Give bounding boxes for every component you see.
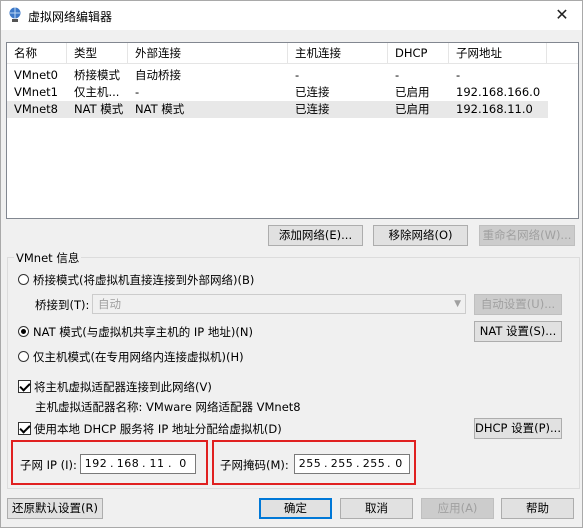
table-row[interactable]: VMnet1 仅主机... - 已连接 已启用 192.168.166.0	[7, 84, 578, 101]
nat-settings-button[interactable]: NAT 设置(S)...	[474, 321, 562, 342]
host-only-label[interactable]: 仅主机模式(在专用网络内连接虚拟机)(H)	[33, 349, 244, 365]
restore-defaults-button[interactable]: 还原默认设置(R)	[7, 498, 103, 519]
window-title: 虚拟网络编辑器	[28, 10, 113, 24]
ip-octet: 0	[179, 457, 187, 470]
table-row[interactable]: VMnet0 桥接模式 自动桥接 - - -	[7, 67, 578, 84]
column-header-dhcp[interactable]: DHCP	[388, 43, 449, 63]
cell-type: 桥接模式	[74, 68, 120, 82]
cell-dhcp: 已启用	[395, 102, 430, 116]
ok-button[interactable]: 确定	[259, 498, 332, 519]
bridge-to-select[interactable]: 自动 ▼	[92, 294, 466, 314]
nat-mode-radio[interactable]	[18, 326, 29, 337]
cell-name: VMnet0	[14, 68, 58, 82]
bridge-to-label: 桥接到(T):	[35, 298, 90, 312]
bridge-mode-radio[interactable]	[18, 274, 29, 285]
close-icon[interactable]: ✕	[546, 3, 578, 27]
cell-name: VMnet1	[14, 85, 58, 99]
subnet-ip-label: 子网 IP (I):	[20, 458, 77, 472]
ip-octet: 11	[149, 457, 165, 470]
table-row-selected[interactable]: VMnet8 NAT 模式 NAT 模式 已连接 已启用 192.168.11.…	[7, 101, 548, 118]
column-header-type[interactable]: 类型	[67, 43, 128, 63]
mask-octet: 255	[362, 457, 386, 470]
column-header-name[interactable]: 名称	[7, 43, 67, 63]
title-bar: 虚拟网络编辑器 ✕	[0, 0, 583, 30]
cell-host: -	[295, 68, 300, 82]
auto-settings-button[interactable]: 自动设置(U)...	[474, 294, 562, 315]
apply-button[interactable]: 应用(A)	[421, 498, 494, 519]
vmnet-info-label: VMnet 信息	[14, 250, 82, 266]
bridge-mode-label[interactable]: 桥接模式(将虚拟机直接连接到外部网络)(B)	[33, 272, 254, 288]
cell-host: 已连接	[295, 102, 330, 116]
column-header-subnet[interactable]: 子网地址	[449, 43, 547, 63]
connect-adapter-checkbox[interactable]	[18, 380, 31, 393]
use-dhcp-label[interactable]: 使用本地 DHCP 服务将 IP 地址分配给虚拟机(D)	[34, 421, 282, 437]
add-network-button[interactable]: 添加网络(E)...	[268, 225, 363, 246]
ip-octet: 168	[116, 457, 140, 470]
mask-octet: 0	[395, 457, 403, 470]
adapter-name-text: 主机虚拟适配器名称: VMware 网络适配器 VMnet8	[35, 400, 301, 414]
cell-external: 自动桥接	[135, 68, 181, 82]
subnet-mask-label: 子网掩码(M):	[220, 458, 289, 472]
cell-dhcp: 已启用	[395, 85, 430, 99]
use-dhcp-checkbox[interactable]	[18, 422, 31, 435]
mask-octet: 255	[330, 457, 354, 470]
list-header: 名称 类型 外部连接 主机连接 DHCP 子网地址	[7, 43, 578, 64]
cell-subnet: 192.168.11.0	[456, 102, 533, 116]
cell-host: 已连接	[295, 85, 330, 99]
subnet-mask-input[interactable]: 255 . 255 . 255 . 0	[294, 454, 410, 474]
cell-subnet: 192.168.166.0	[456, 85, 541, 99]
rename-network-button[interactable]: 重命名网络(W)...	[479, 225, 575, 246]
subnet-ip-input[interactable]: 192 . 168 . 11 . 0	[80, 454, 196, 474]
cell-name: VMnet8	[14, 102, 58, 116]
help-button[interactable]: 帮助	[501, 498, 574, 519]
ip-octet: 192	[84, 457, 108, 470]
cell-external: NAT 模式	[135, 102, 185, 116]
cell-dhcp: -	[395, 68, 400, 82]
network-globe-icon	[9, 7, 21, 22]
cell-type: NAT 模式	[74, 102, 124, 116]
remove-network-button[interactable]: 移除网络(O)	[373, 225, 468, 246]
dhcp-settings-button[interactable]: DHCP 设置(P)...	[474, 418, 562, 439]
column-header-host[interactable]: 主机连接	[288, 43, 388, 63]
column-header-external[interactable]: 外部连接	[128, 43, 288, 63]
bridge-to-value: 自动	[98, 297, 121, 311]
cell-external: -	[135, 85, 140, 99]
chevron-down-icon: ▼	[454, 299, 461, 309]
cell-subnet: -	[456, 68, 461, 82]
connect-adapter-label[interactable]: 将主机虚拟适配器连接到此网络(V)	[34, 379, 212, 395]
nat-mode-label[interactable]: NAT 模式(与虚拟机共享主机的 IP 地址)(N)	[33, 324, 253, 340]
cell-type: 仅主机...	[74, 85, 120, 99]
cancel-button[interactable]: 取消	[340, 498, 413, 519]
mask-octet: 255	[298, 457, 322, 470]
network-list[interactable]: 名称 类型 外部连接 主机连接 DHCP 子网地址 VMnet0 桥接模式 自动…	[6, 42, 579, 219]
host-only-radio[interactable]	[18, 351, 29, 362]
